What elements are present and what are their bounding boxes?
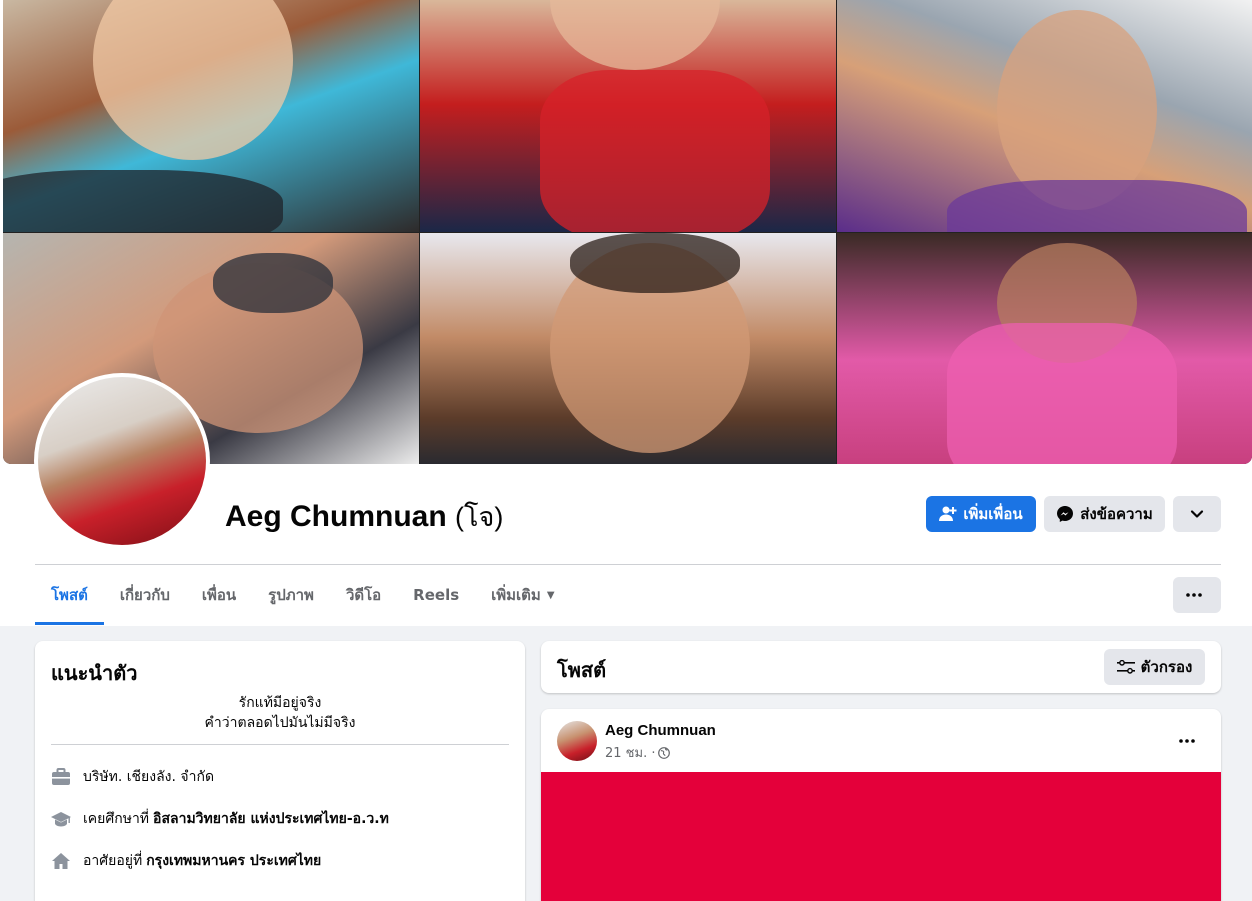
add-friend-button[interactable]: เพิ่มเพื่อน bbox=[926, 496, 1036, 532]
profile-name: Aeg Chumnuan (โจ) bbox=[225, 495, 503, 538]
intro-title: แนะนำตัว bbox=[51, 661, 138, 685]
tab-friends[interactable]: เพื่อน bbox=[186, 565, 252, 625]
cover-tile bbox=[420, 0, 836, 232]
profile-tabs: โพสต์ เกี่ยวกับ เพื่อน รูปภาพ วิดีโอ Ree… bbox=[35, 565, 571, 625]
intro-work: บริษัท. เชียงลัง. จำกัด bbox=[51, 766, 214, 788]
tab-reels[interactable]: Reels bbox=[397, 565, 475, 625]
profile-name-text: Aeg Chumnuan bbox=[225, 500, 447, 533]
profile-options-button[interactable] bbox=[1173, 496, 1221, 532]
intro-bio: รักแท้มีอยู่จริง คำว่าตลอดไปมันไม่มีจริง bbox=[51, 693, 509, 733]
filter-label: ตัวกรอง bbox=[1140, 658, 1193, 676]
graduation-cap-icon bbox=[51, 809, 71, 829]
bio-line: คำว่าตลอดไปมันไม่มีจริง bbox=[204, 715, 356, 731]
intro-divider bbox=[51, 744, 509, 745]
intro-home: อาศัยอยู่ที่ กรุงเทพมหานคร ประเทศไทย bbox=[51, 850, 321, 872]
profile-alternate-name: (โจ) bbox=[455, 502, 504, 532]
tab-more[interactable]: เพิ่มเติม ▼ bbox=[475, 565, 570, 625]
posts-title: โพสต์ bbox=[557, 658, 607, 682]
more-horizontal-icon bbox=[1186, 593, 1202, 597]
message-button[interactable]: ส่งข้อความ bbox=[1044, 496, 1165, 532]
home-prefix: อาศัยอยู่ที่ bbox=[83, 853, 143, 869]
caret-down-icon: ▼ bbox=[546, 589, 555, 601]
messenger-icon bbox=[1057, 506, 1074, 522]
home-city-link[interactable]: กรุงเทพมหานคร ประเทศไทย bbox=[146, 850, 321, 872]
profile-picture[interactable] bbox=[34, 373, 210, 549]
intro-education: เคยศึกษาที่ อิสลามวิทยาลัย แห่งประเทศไทย… bbox=[51, 808, 389, 830]
tab-label: เพื่อน bbox=[201, 586, 237, 604]
avatar bbox=[38, 377, 206, 545]
tab-label: Reels bbox=[413, 586, 460, 604]
tab-label: วิดีโอ bbox=[345, 586, 382, 604]
post-meta: 21 ชม. · bbox=[605, 742, 671, 763]
tab-about[interactable]: เกี่ยวกับ bbox=[104, 565, 186, 625]
globe-icon bbox=[658, 746, 671, 759]
education-prefix: เคยศึกษาที่ bbox=[83, 811, 150, 827]
filter-button[interactable]: ตัวกรอง bbox=[1104, 649, 1205, 685]
message-label: ส่งข้อความ bbox=[1080, 505, 1153, 523]
intro-card: แนะนำตัว รักแท้มีอยู่จริง คำว่าตลอดไปมัน… bbox=[35, 641, 525, 901]
posts-header-card: โพสต์ ตัวกรอง bbox=[541, 641, 1221, 693]
tab-label: เกี่ยวกับ bbox=[119, 586, 170, 604]
work-text: บริษัท. เชียงลัง. จำกัด bbox=[83, 769, 215, 785]
tabs-more-options-button[interactable] bbox=[1173, 577, 1221, 613]
post-author-name[interactable]: Aeg Chumnuan bbox=[605, 722, 716, 739]
profile-header: Aeg Chumnuan (โจ) เพิ่มเพื่อน ส่งข้อความ… bbox=[0, 0, 1252, 626]
tab-posts[interactable]: โพสต์ bbox=[35, 565, 104, 625]
post-media[interactable] bbox=[541, 772, 1221, 901]
education-school-link[interactable]: อิสลามวิทยาลัย แห่งประเทศไทย-อ.ว.ท bbox=[153, 808, 389, 830]
more-horizontal-icon bbox=[1179, 739, 1195, 743]
cover-tile bbox=[837, 0, 1252, 232]
tab-label: รูปภาพ bbox=[268, 586, 314, 604]
post-card: Aeg Chumnuan 21 ชม. · bbox=[541, 709, 1221, 901]
cover-tile bbox=[3, 0, 419, 232]
tab-label: โพสต์ bbox=[51, 586, 88, 604]
chevron-down-icon bbox=[1190, 510, 1204, 518]
cover-photo[interactable] bbox=[3, 0, 1252, 464]
post-author-avatar[interactable] bbox=[557, 721, 597, 761]
post-timestamp[interactable]: 21 ชม. · bbox=[605, 742, 655, 763]
cover-tile bbox=[420, 233, 836, 464]
home-icon bbox=[51, 851, 71, 871]
tab-photos[interactable]: รูปภาพ bbox=[252, 565, 330, 625]
tab-videos[interactable]: วิดีโอ bbox=[330, 565, 397, 625]
filter-sliders-icon bbox=[1116, 660, 1135, 674]
add-friend-label: เพิ่มเพื่อน bbox=[963, 505, 1023, 523]
cover-tile bbox=[837, 233, 1252, 464]
bio-line: รักแท้มีอยู่จริง bbox=[238, 695, 322, 711]
post-options-button[interactable] bbox=[1169, 723, 1205, 759]
tab-label: เพิ่มเติม bbox=[491, 586, 541, 604]
add-friend-icon bbox=[939, 506, 957, 521]
briefcase-icon bbox=[51, 767, 71, 787]
